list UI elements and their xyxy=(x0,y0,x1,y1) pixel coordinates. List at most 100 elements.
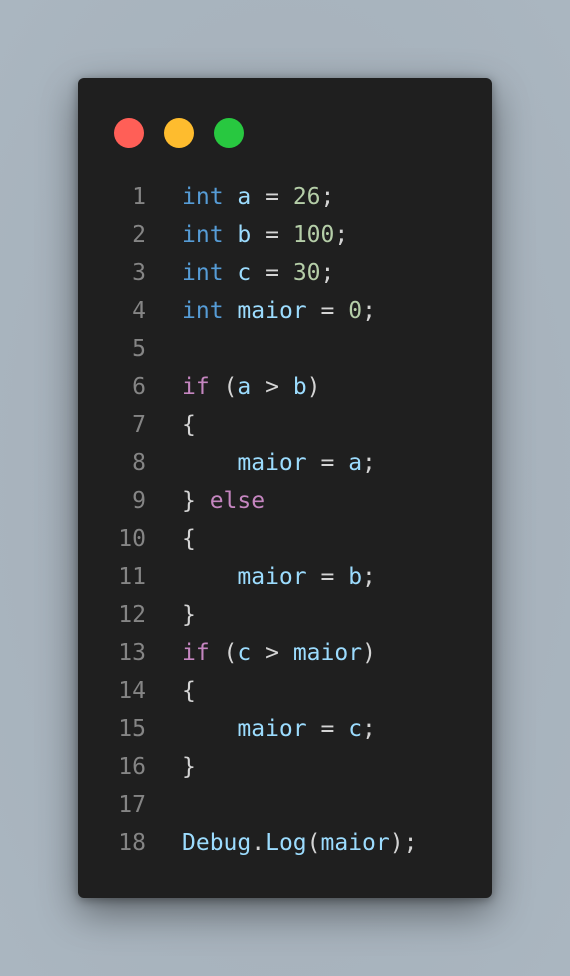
line-number: 18 xyxy=(118,830,146,856)
code-token: ; xyxy=(320,260,335,286)
code-token: maior xyxy=(320,830,390,856)
code-text: { xyxy=(182,520,196,558)
code-token: maior xyxy=(237,564,307,590)
line-number: 5 xyxy=(132,336,146,362)
line-number: 14 xyxy=(118,678,146,704)
code-line: 15 maior = c; xyxy=(78,710,492,748)
code-token: ( xyxy=(209,374,238,400)
line-number: 11 xyxy=(118,564,146,590)
code-token: ; xyxy=(362,450,376,476)
code-token: ); xyxy=(389,830,418,856)
code-token: int xyxy=(182,184,224,210)
code-token: Debug xyxy=(182,830,252,856)
code-token: 26 xyxy=(292,184,321,210)
code-token: maior xyxy=(237,450,307,476)
code-token: a xyxy=(237,374,252,400)
code-token: = xyxy=(306,298,349,324)
code-token: > xyxy=(251,374,293,400)
code-token: c xyxy=(237,640,252,666)
code-text: { xyxy=(182,406,196,444)
code-token: ; xyxy=(320,184,335,210)
code-token: b xyxy=(348,564,363,590)
code-token: = xyxy=(306,564,349,590)
code-text: int maior = 0; xyxy=(182,292,376,330)
code-token: a xyxy=(237,184,252,210)
code-text: maior = c; xyxy=(182,710,376,748)
code-token: ; xyxy=(362,564,376,590)
line-number: 6 xyxy=(132,374,146,400)
line-number: 12 xyxy=(118,602,146,628)
code-line: 3 int c = 30; xyxy=(78,254,492,292)
code-token: c xyxy=(237,260,252,286)
code-line: 7{ xyxy=(78,406,492,444)
code-token: b xyxy=(292,374,307,400)
code-token: . xyxy=(251,830,266,856)
code-line: 18 Debug.Log(maior); xyxy=(78,824,492,862)
code-line: 17 xyxy=(78,786,492,824)
code-token: else xyxy=(209,488,266,514)
code-token: int xyxy=(182,260,224,286)
code-token: = xyxy=(251,260,293,286)
code-line: 4 int maior = 0; xyxy=(78,292,492,330)
code-text: } else xyxy=(182,482,265,520)
code-token: maior xyxy=(237,298,307,324)
code-token: > xyxy=(251,640,293,666)
code-line: 11 maior = b; xyxy=(78,558,492,596)
minimize-dot-icon[interactable] xyxy=(164,118,194,148)
code-editor: 1 int a = 26; 2 int b = 100; 3 int c = 30; 4 in… xyxy=(78,178,492,862)
line-number: 1 xyxy=(132,184,146,210)
code-token: ) xyxy=(362,640,376,666)
code-line: 13 if (c > maior) xyxy=(78,634,492,672)
code-text: { xyxy=(182,672,196,710)
code-line: 14 { xyxy=(78,672,492,710)
code-token: int xyxy=(182,222,224,248)
code-line: 16} xyxy=(78,748,492,786)
code-token: = xyxy=(306,716,349,742)
line-number: 15 xyxy=(118,716,146,742)
code-line: 10 { xyxy=(78,520,492,558)
code-text: } xyxy=(182,748,196,786)
code-token: { xyxy=(182,412,196,438)
line-number: 17 xyxy=(118,792,146,818)
code-text: int a = 26; xyxy=(182,178,334,216)
code-line: 6 if (a > b) xyxy=(78,368,492,406)
code-token: = xyxy=(251,184,293,210)
code-line: 1 int a = 26; xyxy=(78,178,492,216)
code-text: if (a > b) xyxy=(182,368,321,406)
code-token: ( xyxy=(209,640,238,666)
code-token: { xyxy=(182,526,196,552)
code-line: 9} else xyxy=(78,482,492,520)
code-token: } xyxy=(182,602,196,628)
code-token: ; xyxy=(334,222,349,248)
close-dot-icon[interactable] xyxy=(114,118,144,148)
code-window: 1 int a = 26; 2 int b = 100; 3 int c = 30; 4 in… xyxy=(78,78,492,898)
code-token: = xyxy=(306,450,349,476)
code-token: { xyxy=(182,678,196,704)
line-number: 2 xyxy=(132,222,146,248)
code-token: 30 xyxy=(292,260,321,286)
code-text: maior = b; xyxy=(182,558,376,596)
code-token: b xyxy=(237,222,252,248)
code-token: } xyxy=(182,488,210,514)
code-token: ) xyxy=(306,374,321,400)
code-text: if (c > maior) xyxy=(182,634,376,672)
code-text: maior = a; xyxy=(182,444,376,482)
line-number: 8 xyxy=(132,450,146,476)
maximize-dot-icon[interactable] xyxy=(214,118,244,148)
code-token: 100 xyxy=(292,222,335,248)
code-line: 8 maior = a; xyxy=(78,444,492,482)
code-text: int b = 100; xyxy=(182,216,348,254)
code-text: Debug.Log(maior); xyxy=(182,824,417,862)
code-text: int c = 30; xyxy=(182,254,334,292)
line-number: 16 xyxy=(118,754,146,780)
line-number: 7 xyxy=(132,412,146,438)
code-token: Log xyxy=(265,830,307,856)
code-token: = xyxy=(251,222,293,248)
